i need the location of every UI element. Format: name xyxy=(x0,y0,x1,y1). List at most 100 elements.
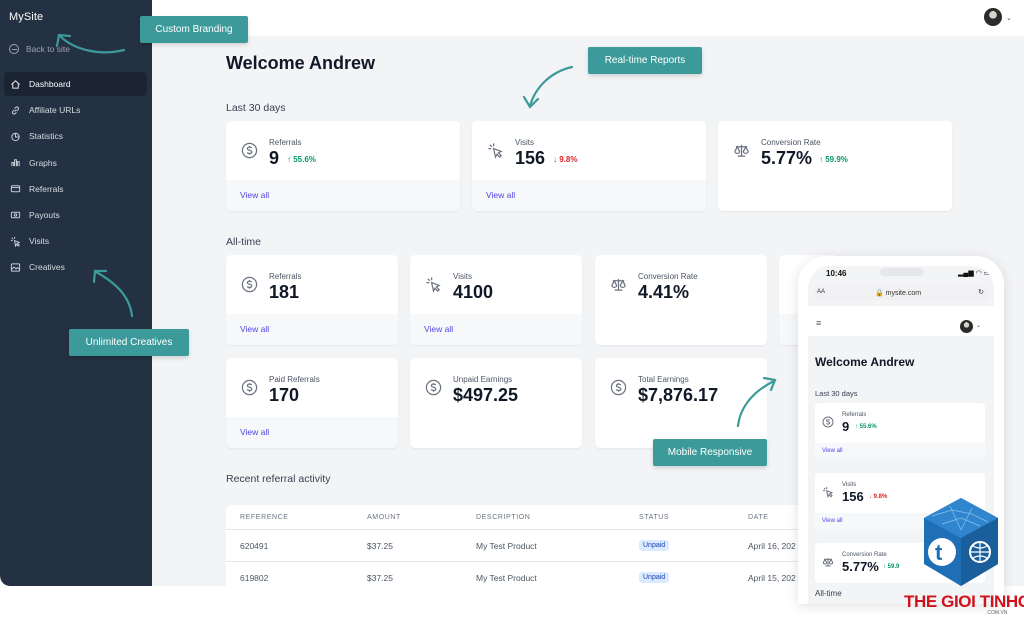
chevron-down-icon[interactable]: ⌄ xyxy=(1006,14,1012,22)
scale-icon xyxy=(822,558,834,567)
hamburger-menu-icon[interactable]: ≡ xyxy=(816,318,825,328)
dollar-circle-icon xyxy=(241,142,258,159)
brand-name: MySite xyxy=(9,11,44,23)
stat-change-value: 59.9% xyxy=(825,155,848,164)
sidebar-item-creatives[interactable]: Creatives xyxy=(4,255,147,279)
column-header-status: STATUS xyxy=(639,514,670,521)
stat-label: Visits xyxy=(515,138,534,147)
stat-value: $497.25 xyxy=(453,385,519,405)
phone-user-avatar[interactable] xyxy=(960,320,973,333)
phone-status-icons: ▂▄▆ ◠ ▭ xyxy=(958,270,991,277)
stat-card-visits-all: Visits 4100 View all xyxy=(410,255,582,345)
callout-real-time-reports: Real-time Reports xyxy=(588,47,702,74)
sidebar: MySite Back to site Dashboard Affiliate … xyxy=(0,0,152,586)
sidebar-nav: Dashboard Affiliate URLs Statistics Grap… xyxy=(4,72,147,282)
cell-description: My Test Product xyxy=(476,541,537,551)
stat-change-up: ↑ 55.6% xyxy=(855,424,877,430)
stat-value: 5.77% xyxy=(842,559,879,574)
back-to-site-link[interactable]: Back to site xyxy=(9,44,70,54)
recent-activity-heading: Recent referral activity xyxy=(226,473,331,485)
phone-url: 🔒 mysite.com xyxy=(875,290,922,297)
column-header-reference: REFERENCE xyxy=(240,514,289,521)
bar-chart-icon xyxy=(11,159,20,167)
stat-value: 156 xyxy=(842,489,864,504)
sidebar-item-dashboard[interactable]: Dashboard xyxy=(4,72,147,96)
cell-date: April 16, 202 xyxy=(748,541,796,551)
view-all-link[interactable]: View all xyxy=(240,324,269,334)
view-all-link[interactable]: View all xyxy=(240,427,269,437)
phone-page-title: Welcome Andrew xyxy=(815,355,915,369)
column-header-description: DESCRIPTION xyxy=(476,514,531,521)
dollar-circle-icon xyxy=(610,379,627,396)
sidebar-item-label: Creatives xyxy=(29,262,65,273)
stat-card-referrals-all: Referrals 181 View all xyxy=(226,255,398,345)
phone-address-bar[interactable]: AA 🔒 mysite.com ↻ xyxy=(813,286,989,300)
stat-change-up: ↑ 59.9% xyxy=(819,155,848,164)
home-icon xyxy=(11,79,20,89)
top-header xyxy=(152,0,1024,36)
all-time-heading: All-time xyxy=(226,236,262,248)
stat-change-up: ↑ 55.6% xyxy=(287,155,316,164)
view-all-link[interactable]: View all xyxy=(822,448,843,454)
column-header-amount: AMOUNT xyxy=(367,514,401,521)
stat-change-down: ↓ 9.8% xyxy=(553,155,578,164)
chevron-down-icon[interactable]: ⌄ xyxy=(976,322,981,329)
dollar-circle-icon xyxy=(241,379,258,396)
stat-value: 156 xyxy=(515,148,546,168)
stat-change-down: ↓ 9.8% xyxy=(869,494,888,500)
page-title: Welcome Andrew xyxy=(226,53,376,73)
cell-description: My Test Product xyxy=(476,573,537,583)
user-avatar[interactable] xyxy=(984,8,1002,26)
callout-mobile-responsive: Mobile Responsive xyxy=(653,439,767,466)
sidebar-item-payouts[interactable]: Payouts xyxy=(4,203,147,227)
view-all-link[interactable]: View all xyxy=(240,190,269,200)
sidebar-item-affiliate-urls[interactable]: Affiliate URLs xyxy=(4,98,147,122)
stat-change-value: 55.6% xyxy=(859,424,877,430)
cell-reference: 619802 xyxy=(240,573,269,583)
stat-label: Conversion Rate xyxy=(842,552,887,558)
view-all-link[interactable]: View all xyxy=(424,324,453,334)
reload-icon[interactable]: ↻ xyxy=(978,288,984,296)
stat-value: 5.77% xyxy=(761,148,813,168)
stat-label: Conversion Rate xyxy=(761,138,821,147)
sidebar-item-graphs[interactable]: Graphs xyxy=(4,151,147,175)
phone-last-30-days-heading: Last 30 days xyxy=(815,389,858,398)
stat-card-paid-referrals: Paid Referrals 170 View all xyxy=(226,358,398,448)
svg-text:t: t xyxy=(935,540,943,565)
text-size-icon[interactable]: AA xyxy=(817,289,825,295)
status-badge: Unpaid xyxy=(639,572,670,583)
column-header-date: DATE xyxy=(748,514,769,521)
image-icon xyxy=(10,263,21,272)
cell-date: April 15, 202 xyxy=(748,573,796,583)
scale-icon xyxy=(734,144,749,157)
stat-label: Conversion Rate xyxy=(638,272,698,281)
cursor-click-icon xyxy=(10,236,21,247)
stat-card-unpaid-earnings: Unpaid Earnings $497.25 xyxy=(410,358,582,448)
watermark-text: THE GIOI TINHOC xyxy=(904,592,1024,611)
sidebar-item-referrals[interactable]: Referrals xyxy=(4,177,147,201)
stat-change-value: 9.8% xyxy=(559,155,578,164)
stat-label: Unpaid Earnings xyxy=(453,375,513,384)
cursor-click-icon xyxy=(488,143,503,159)
last-30-days-heading: Last 30 days xyxy=(226,102,286,114)
stat-label: Total Earnings xyxy=(638,375,689,384)
stat-card-conversion-30d: Conversion Rate 5.77% ↑ 59.9% xyxy=(718,121,952,211)
view-all-link[interactable]: View all xyxy=(822,518,843,524)
pie-chart-icon xyxy=(11,132,20,142)
sidebar-item-label: Payouts xyxy=(29,209,60,220)
stat-value: 4.41% xyxy=(638,282,690,302)
stat-change-up: ↑ 59.9 xyxy=(883,564,900,570)
dollar-circle-icon xyxy=(425,379,442,396)
stat-change-value: 59.9 xyxy=(887,564,900,570)
sidebar-item-label: Visits xyxy=(29,236,50,247)
stat-card-total-earnings: Total Earnings $7,876.17 xyxy=(595,358,767,448)
sidebar-item-label: Statistics xyxy=(29,131,64,142)
view-all-link[interactable]: View all xyxy=(486,190,515,200)
stat-value: 170 xyxy=(269,385,300,405)
sidebar-item-visits[interactable]: Visits xyxy=(4,229,147,253)
stat-card-referrals-30d: Referrals 9 ↑ 55.6% View all xyxy=(226,121,460,211)
stat-value: 181 xyxy=(269,282,300,302)
sidebar-item-statistics[interactable]: Statistics xyxy=(4,124,147,148)
watermark-subtext: .COM.VN xyxy=(986,610,1008,616)
cell-reference: 620491 xyxy=(240,541,269,551)
